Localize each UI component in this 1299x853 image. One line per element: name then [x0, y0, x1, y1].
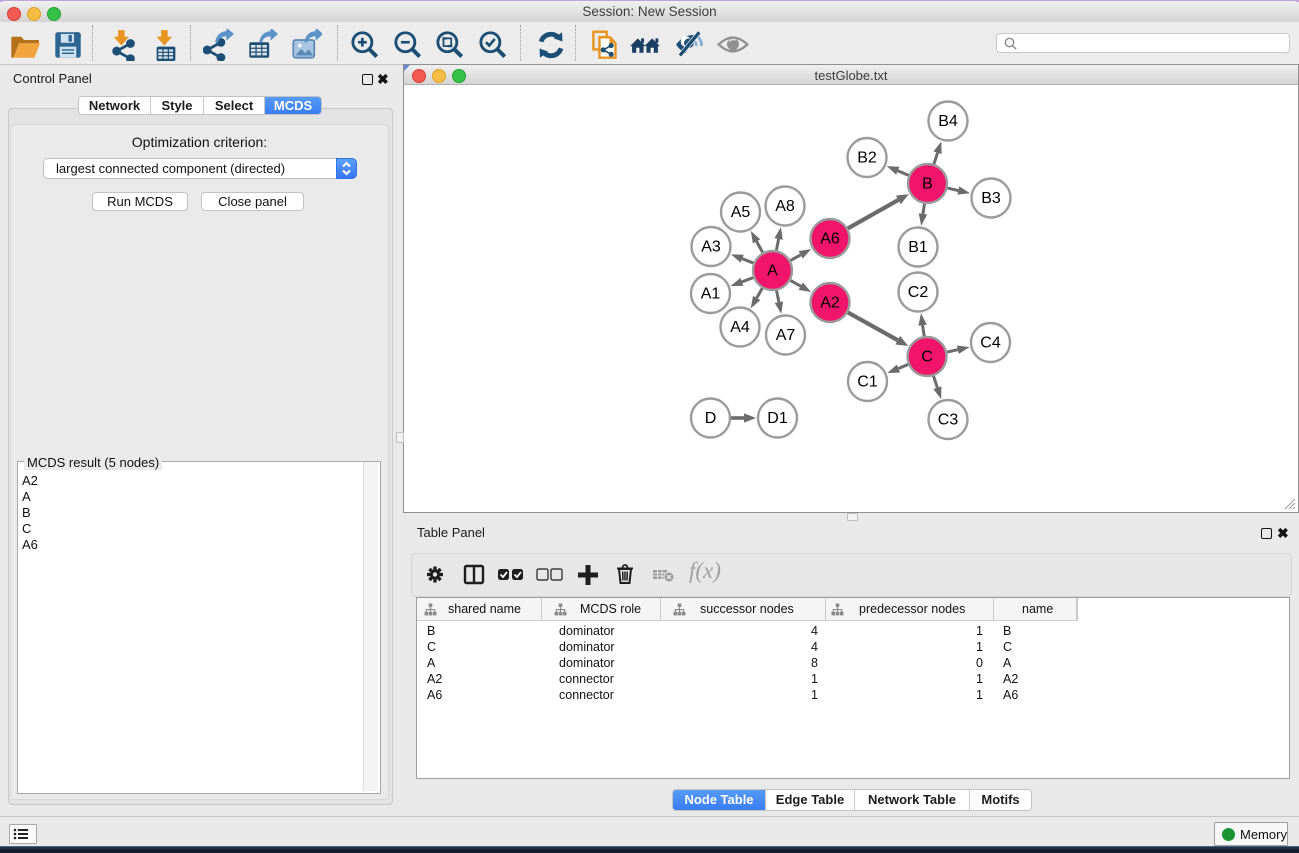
svg-text:C4: C4	[980, 335, 1001, 352]
svg-text:B4: B4	[938, 113, 958, 130]
svg-text:A1: A1	[701, 286, 721, 303]
svg-text:A7: A7	[776, 327, 796, 344]
svg-text:B1: B1	[908, 239, 928, 256]
svg-text:A2: A2	[820, 295, 840, 312]
svg-text:C3: C3	[938, 412, 959, 429]
svg-text:A: A	[767, 263, 778, 280]
svg-text:A6: A6	[820, 231, 840, 248]
svg-text:A3: A3	[701, 239, 721, 256]
svg-text:C2: C2	[908, 284, 929, 301]
svg-text:D: D	[705, 410, 717, 427]
svg-text:B2: B2	[857, 150, 877, 167]
svg-text:B: B	[922, 176, 933, 193]
svg-text:A8: A8	[775, 198, 795, 215]
svg-text:B3: B3	[981, 190, 1001, 207]
svg-text:D1: D1	[767, 410, 788, 427]
svg-text:A5: A5	[731, 204, 751, 221]
svg-text:C1: C1	[857, 374, 878, 391]
svg-text:A4: A4	[730, 319, 750, 336]
svg-text:C: C	[921, 349, 933, 366]
